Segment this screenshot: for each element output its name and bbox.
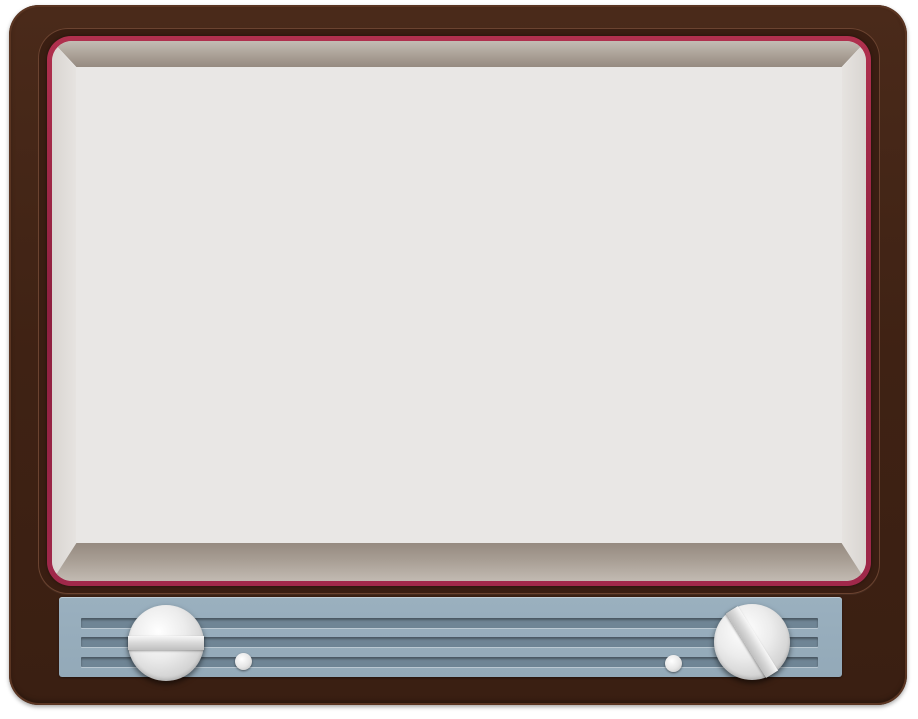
screen-bezel: [38, 28, 880, 594]
control-panel: [59, 597, 842, 681]
screen-inner-bevel-bottom: [52, 543, 866, 581]
screen-inner-bevel-left: [52, 41, 76, 581]
left-indicator-dot-icon: [235, 653, 252, 670]
tv-screen: [52, 41, 866, 581]
left-control-knob[interactable]: [128, 605, 204, 681]
knob-grip: [725, 606, 779, 678]
right-indicator-dot-icon: [665, 655, 682, 672]
screen-inner-bevel-top: [52, 41, 866, 67]
knob-grip: [128, 636, 204, 650]
right-control-knob[interactable]: [714, 604, 790, 680]
screen-trim: [47, 36, 871, 586]
screen-inner-bevel-right: [842, 41, 866, 581]
screen-face: [76, 67, 842, 543]
